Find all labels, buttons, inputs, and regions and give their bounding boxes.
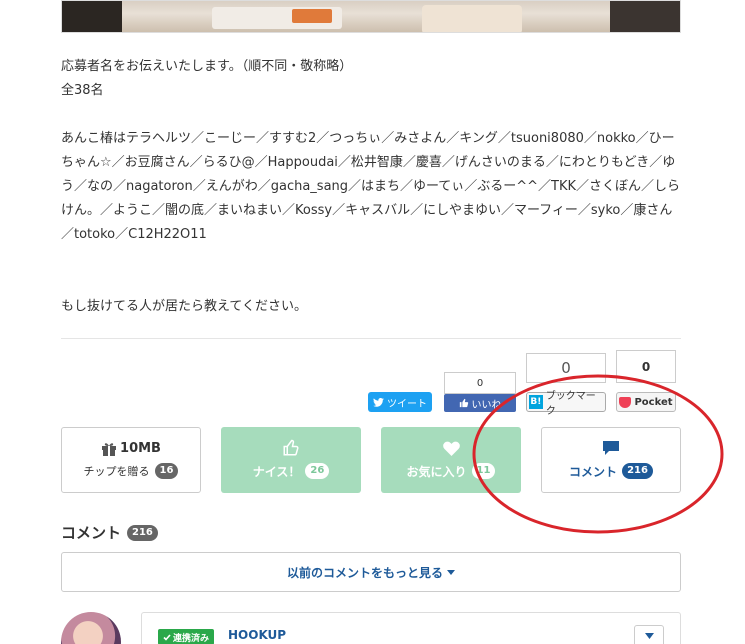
hatena-b-icon: B!: [529, 395, 543, 409]
tweet-button[interactable]: ツイート: [368, 392, 432, 412]
load-more-label: 以前のコメントをもっと見る: [286, 565, 443, 580]
linked-badge-label: 連携済み: [173, 633, 210, 644]
thumbs-up-icon: [283, 439, 299, 456]
article-body: 応募者名をお伝えいたします。（順不同・敬称略） 全38名 あんこ椿はテラヘルツ／…: [61, 55, 681, 314]
load-more-comments-button[interactable]: 以前のコメントをもっと見る: [61, 552, 681, 592]
nice-label: ナイス！: [252, 464, 301, 479]
facebook-like-label: いいね: [471, 399, 502, 411]
twitter-bird-icon: [373, 397, 384, 407]
gift-icon: [102, 442, 117, 456]
tip-size: 10MB: [120, 440, 161, 456]
facebook-like-count: 0: [444, 372, 516, 394]
article-photo: [61, 0, 681, 33]
favorite-button[interactable]: お気に入り 11: [381, 427, 521, 493]
comment-button[interactable]: コメント 216: [541, 427, 681, 493]
linked-badge: 連携済み: [158, 629, 215, 644]
speech-bubble-icon: [603, 441, 619, 455]
comments-title: コメント: [61, 524, 122, 542]
favorite-label: お気に入り: [406, 464, 467, 479]
tip-count: 16: [154, 463, 179, 479]
favorite-count: 11: [471, 463, 496, 479]
comment-card: 連携済み HOOKUP: [141, 612, 681, 644]
heart-icon: [442, 441, 460, 456]
comment-menu-button[interactable]: [634, 625, 664, 644]
hatena-bookmark-label: ブックマーク: [545, 391, 596, 417]
applicant-names: あんこ椿はテラヘルツ／こーじー／すすむ2／つっちぃ／みさよん／キング／tsuon…: [61, 131, 681, 242]
avatar[interactable]: [61, 612, 121, 644]
article-intro: 応募者名をお伝えいたします。（順不同・敬称略）: [61, 59, 353, 74]
applicant-count: 全38名: [61, 83, 104, 98]
tip-label: チップを贈る: [83, 465, 150, 478]
check-icon: [163, 633, 171, 641]
pocket-button[interactable]: Pocket: [616, 392, 676, 412]
comment-label: コメント: [569, 464, 618, 479]
article-closing: もし抜けてる人が居たら教えてください。: [61, 299, 307, 314]
nice-button[interactable]: ナイス！ 26: [221, 427, 361, 493]
hatena-bookmark-count: 0: [526, 353, 606, 383]
comment-count: 216: [622, 463, 653, 479]
comments-heading: コメント 216: [61, 522, 158, 543]
tweet-label: ツイート: [387, 398, 427, 410]
caret-down-icon: [644, 633, 654, 639]
caret-down-icon: [447, 569, 455, 575]
thumbs-up-icon: [459, 398, 468, 408]
pocket-icon: [619, 396, 632, 408]
pocket-label: Pocket: [634, 396, 673, 408]
tip-button[interactable]: 10MB チップを贈る 16: [61, 427, 201, 493]
nice-count: 26: [305, 463, 330, 479]
comments-count: 216: [127, 524, 158, 541]
commenter-name[interactable]: HOOKUP: [228, 628, 286, 642]
hatena-bookmark-button[interactable]: B! ブックマーク: [526, 391, 606, 417]
facebook-like-button[interactable]: いいね: [444, 394, 516, 412]
divider: [61, 338, 681, 339]
pocket-count: 0: [616, 350, 676, 383]
